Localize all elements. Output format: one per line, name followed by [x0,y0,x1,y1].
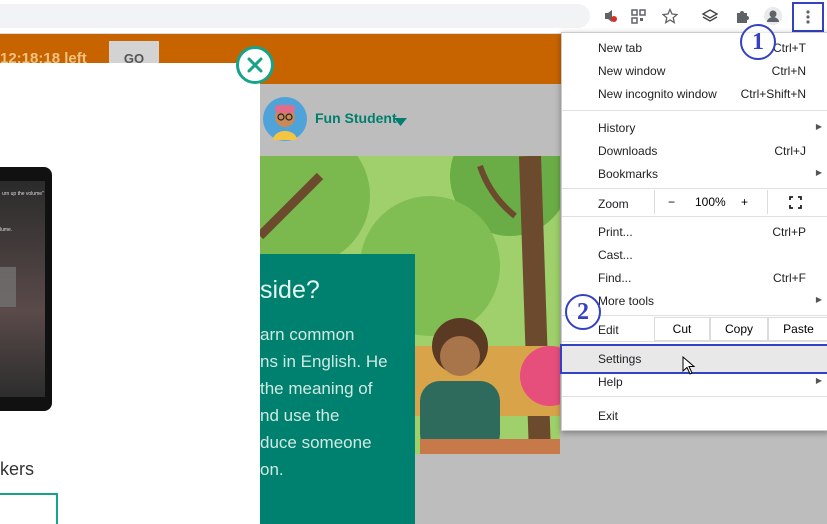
modal-panel: urn up the volume" lume. kers [0,63,260,524]
mouse-cursor-icon [682,355,696,381]
card-line: duce someone [260,433,372,452]
close-icon [247,57,263,73]
shortcut-label: Ctrl+J [774,144,806,158]
menu-item-zoom: Zoom [598,197,629,211]
menu-item-print[interactable]: Print... [598,225,633,239]
menu-item-find[interactable]: Find... [598,271,631,285]
menu-divider [562,110,827,111]
phone-image: urn up the volume" lume. [0,167,52,411]
menu-item-help[interactable]: Help [598,375,623,389]
shortcut-label: Ctrl+Shift+N [740,87,806,101]
step-2-marker: 2 [565,294,601,330]
menu-item-new-incognito-window[interactable]: New incognito window [598,87,717,101]
fullscreen-icon[interactable] [789,196,802,214]
menu-divider [562,216,827,217]
step-1-marker: 1 [740,24,776,60]
menu-item-exit[interactable]: Exit [598,409,618,423]
menu-divider [562,315,827,316]
speakers-label: kers [0,459,35,479]
student-name[interactable]: Fun Student [315,110,397,126]
zoom-level: 100% [695,195,726,209]
submenu-arrow-icon: ▶ [815,376,822,385]
browser-toolbar [0,0,827,34]
lesson-card: side? arn common ns in English. He the m… [260,254,415,524]
paste-button[interactable]: Paste [768,317,827,341]
menu-item-edit: Edit [598,323,619,337]
shortcut-label: Ctrl+F [773,271,806,285]
menu-item-more-tools[interactable]: More tools [598,294,654,308]
browser-menu: New tab Ctrl+T New window Ctrl+N New inc… [560,32,827,431]
shortcut-label: Ctrl+N [771,64,806,78]
phone-text: urn up the volume" [2,191,44,197]
menu-item-downloads[interactable]: Downloads [598,144,657,158]
kebab-menu-icon [806,10,810,24]
menu-divider [562,396,827,397]
cut-button[interactable]: Cut [654,317,710,341]
phone-text: lume. [0,227,13,233]
menu-divider [562,341,827,342]
submenu-arrow-icon: ▶ [815,295,822,304]
address-bar[interactable] [0,4,590,28]
submenu-arrow-icon: ▶ [815,168,822,177]
card-line: ns in English. He [260,352,388,371]
student-avatar[interactable] [262,96,308,142]
menu-item-cast[interactable]: Cast... [598,248,633,262]
layers-extension-icon[interactable] [697,3,723,29]
menu-item-new-window[interactable]: New window [598,64,665,78]
menu-item-history[interactable]: History [598,121,635,135]
menu-divider [562,188,827,189]
card-line: on. [260,460,284,479]
shortcut-label: Ctrl+P [772,225,806,239]
chevron-down-icon[interactable] [394,113,407,131]
card-line: arn common [260,325,355,344]
menu-item-bookmarks[interactable]: Bookmarks [598,167,658,181]
menu-item-new-tab[interactable]: New tab [598,41,642,55]
browser-menu-button[interactable] [792,2,824,32]
menu-item-settings[interactable]: Settings [598,352,641,366]
close-button[interactable] [236,46,274,84]
zoom-out-button[interactable]: − [668,195,675,209]
card-heading: side? [260,276,320,304]
qr-code-icon[interactable] [625,3,651,29]
zoom-in-button[interactable]: + [741,195,748,209]
card-line: the meaning of [260,379,373,398]
star-bookmark-icon[interactable] [657,3,683,29]
shortcut-label: Ctrl+T [773,41,806,55]
answer-box[interactable] [0,493,58,524]
copy-button[interactable]: Copy [710,317,768,341]
audio-off-icon[interactable] [597,3,623,29]
card-line: nd use the [260,406,340,425]
submenu-arrow-icon: ▶ [815,122,822,131]
